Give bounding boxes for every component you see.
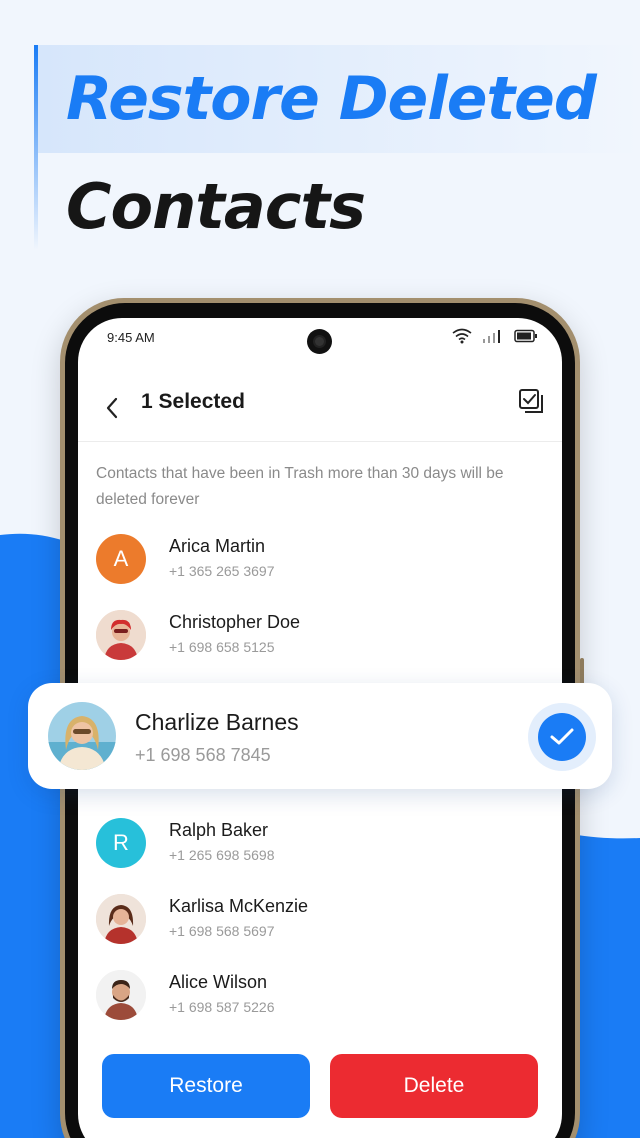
headline-line2: Contacts	[66, 170, 366, 243]
status-icons	[452, 328, 538, 349]
avatar	[96, 970, 146, 1020]
contact-phone: +1 698 568 5697	[169, 923, 275, 939]
selected-contact-phone: +1 698 568 7845	[135, 745, 271, 765]
contact-row[interactable]: Alice Wilson +1 698 587 5226	[96, 970, 536, 1024]
contact-name: Karlisa McKenzie	[169, 896, 309, 916]
contact-phone: +1 698 658 5125	[169, 639, 275, 655]
front-camera	[307, 329, 332, 354]
avatar	[48, 702, 116, 770]
contact-name: Christopher Doe	[169, 612, 301, 632]
contact-row[interactable]: Karlisa McKenzie +1 698 568 5697	[96, 894, 536, 948]
headline-accent-bar	[34, 45, 38, 250]
avatar-initial: A	[113, 546, 129, 571]
avatar: A	[96, 534, 146, 584]
avatar	[96, 610, 146, 660]
contact-phone: +1 365 265 3697	[169, 563, 275, 579]
select-all-icon[interactable]	[514, 384, 548, 418]
restore-button[interactable]: Restore	[102, 1054, 310, 1118]
selection-checkbox[interactable]	[528, 703, 596, 771]
check-icon	[538, 713, 586, 761]
contact-name: Ralph Baker	[169, 820, 269, 840]
status-time: 9:45 AM	[107, 330, 155, 345]
delete-button[interactable]: Delete	[330, 1054, 538, 1118]
contact-row[interactable]: R Ralph Baker +1 265 698 5698	[96, 818, 536, 872]
avatar: R	[96, 818, 146, 868]
signal-icon	[482, 328, 504, 349]
contact-phone: +1 698 587 5226	[169, 999, 275, 1015]
selected-contact-card[interactable]: Charlize Barnes +1 698 568 7845	[28, 683, 612, 789]
avatar	[96, 894, 146, 944]
contact-row[interactable]: A Arica Martin +1 365 265 3697	[96, 534, 536, 588]
avatar-initial: R	[113, 830, 129, 855]
selected-contact-name: Charlize Barnes	[135, 709, 299, 735]
contact-name: Arica Martin	[169, 536, 266, 556]
chevron-left-icon[interactable]	[92, 388, 132, 428]
page-title: 1 Selected	[141, 390, 245, 413]
contact-phone: +1 265 698 5698	[169, 847, 275, 863]
battery-icon	[514, 329, 538, 348]
trash-notice: Contacts that have been in Trash more th…	[96, 465, 504, 508]
headline-line1: Restore Deleted	[66, 64, 597, 134]
contact-name: Alice Wilson	[169, 972, 268, 992]
contact-row[interactable]: Christopher Doe +1 698 658 5125	[96, 610, 536, 664]
wifi-icon	[452, 328, 472, 349]
